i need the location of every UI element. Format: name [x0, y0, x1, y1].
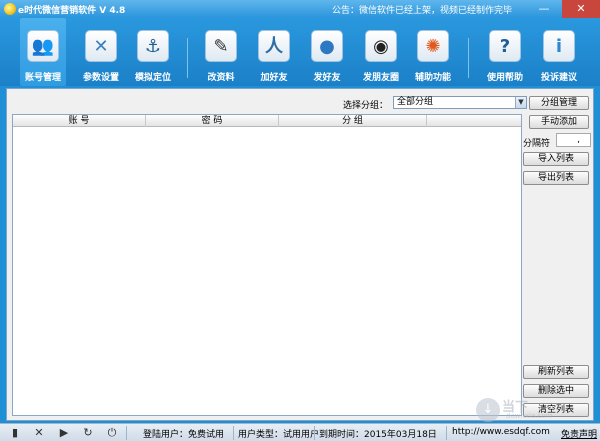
- power-icon[interactable]: ⏻: [105, 427, 119, 439]
- import-list-button[interactable]: 导入列表: [523, 152, 589, 166]
- disclaimer-link[interactable]: 免责声明: [561, 427, 597, 440]
- column-header-account[interactable]: 账 号: [13, 115, 146, 127]
- status-bar: ▮ ✕ ▶ ↻ ⏻ 登陆用户：免费试用 用户类型：试用用户 到期时间：2015年…: [0, 423, 600, 441]
- close-button[interactable]: ✕: [562, 0, 600, 18]
- app-title: e时代微信营销软件 V 4.8: [18, 6, 126, 16]
- watermark-subtext: downxia.com: [506, 412, 553, 420]
- table-header: 账 号 密 码 分 组: [13, 115, 521, 127]
- tool-settings[interactable]: ✕ 参数设置: [78, 18, 124, 86]
- login-user-status: 登陆用户：免费试用: [143, 430, 225, 440]
- status-divider: [314, 426, 315, 440]
- group-select-label: 选择分组：: [343, 101, 389, 111]
- status-divider: [126, 426, 127, 440]
- website-link[interactable]: http://www.esdqf.com: [452, 427, 550, 437]
- watermark: ↓ 当下 downxia.com: [476, 398, 586, 424]
- info-icon: i: [543, 30, 575, 62]
- expire-time-status: 到期时间：2015年03月18日: [319, 430, 437, 440]
- delete-selected-button[interactable]: 删除选中: [523, 384, 589, 398]
- footprint-icon: ●: [311, 30, 343, 62]
- ubuntu-icon: ✺: [417, 30, 449, 62]
- tool-label: 发好友: [313, 73, 341, 83]
- separator-label: 分隔符: [523, 139, 551, 149]
- tool-label: 加好友: [260, 73, 288, 83]
- group-manage-button[interactable]: 分组管理: [529, 96, 589, 110]
- group-select-value: 全部分组: [397, 97, 434, 107]
- help-icon: ?: [489, 30, 521, 62]
- chevron-down-icon[interactable]: ▼: [515, 97, 526, 108]
- tool-label: 模拟定位: [134, 73, 171, 83]
- users-icon: 👥: [27, 30, 59, 62]
- toolbar-divider: [468, 38, 469, 78]
- download-arrow-icon: ↓: [476, 398, 500, 422]
- wrench-icon: ✕: [85, 30, 117, 62]
- notice-marquee: 公告：微信软件已经上架，视频已经制作完毕: [332, 6, 513, 16]
- separator-input[interactable]: ,: [556, 133, 591, 147]
- tool-label: 使用帮助: [486, 73, 523, 83]
- person-icon: 人: [258, 30, 290, 62]
- tool-moments[interactable]: ◉ 发朋友圈: [356, 18, 406, 86]
- group-select[interactable]: 全部分组 ▼: [393, 96, 527, 109]
- camera-icon: ◉: [365, 30, 397, 62]
- account-panel: 选择分组： 全部分组 ▼ 账 号 密 码 分 组 分组管理 手动添加 分隔符 ,…: [6, 88, 594, 421]
- tool-auxiliary[interactable]: ✺ 辅助功能: [410, 18, 456, 86]
- manual-add-button[interactable]: 手动添加: [529, 115, 589, 129]
- minimize-button[interactable]: —: [532, 0, 556, 18]
- play-icon[interactable]: ▶: [57, 427, 71, 439]
- tool-add-friend[interactable]: 人 加好友: [251, 18, 297, 86]
- toolbar-divider: [187, 38, 188, 78]
- user-type-status: 用户类型：试用用户: [238, 430, 320, 440]
- export-list-button[interactable]: 导出列表: [523, 171, 589, 185]
- tool-simulate-location[interactable]: ⚓ 模拟定位: [130, 18, 176, 86]
- tool-label: 投诉建议: [540, 73, 577, 83]
- tool-send-friend[interactable]: ● 发好友: [304, 18, 350, 86]
- tool-label: 改资料: [207, 73, 235, 83]
- title-bar: e时代微信营销软件 V 4.8 公告：微信软件已经上架，视频已经制作完毕 — ✕: [0, 0, 600, 18]
- tool-feedback[interactable]: i 投诉建议: [536, 18, 582, 86]
- status-divider: [446, 426, 447, 440]
- tool-label: 参数设置: [82, 73, 119, 83]
- tool-label: 辅助功能: [414, 73, 451, 83]
- account-table[interactable]: 账 号 密 码 分 组: [12, 114, 522, 416]
- tool-edit-profile[interactable]: ✎ 改资料: [198, 18, 244, 86]
- refresh-list-button[interactable]: 刷新列表: [523, 365, 589, 379]
- document-edit-icon: ✎: [205, 30, 237, 62]
- refresh-icon[interactable]: ↻: [81, 427, 95, 439]
- tool-help[interactable]: ? 使用帮助: [482, 18, 528, 86]
- column-header-password[interactable]: 密 码: [146, 115, 279, 127]
- tool-account-manage[interactable]: 👥 账号管理: [20, 18, 66, 86]
- column-header-group[interactable]: 分 组: [279, 115, 427, 127]
- main-toolbar: 👥 账号管理 ✕ 参数设置 ⚓ 模拟定位 ✎ 改资料 人 加好友 ● 发好友 ◉…: [0, 18, 600, 86]
- app-logo-icon: [4, 3, 16, 15]
- phone-icon[interactable]: ▮: [8, 427, 22, 439]
- status-divider: [233, 426, 234, 440]
- anchor-icon: ⚓: [137, 30, 169, 62]
- tool-label: 账号管理: [24, 73, 61, 83]
- tool-label: 发朋友圈: [362, 73, 399, 83]
- tools-icon[interactable]: ✕: [32, 427, 46, 439]
